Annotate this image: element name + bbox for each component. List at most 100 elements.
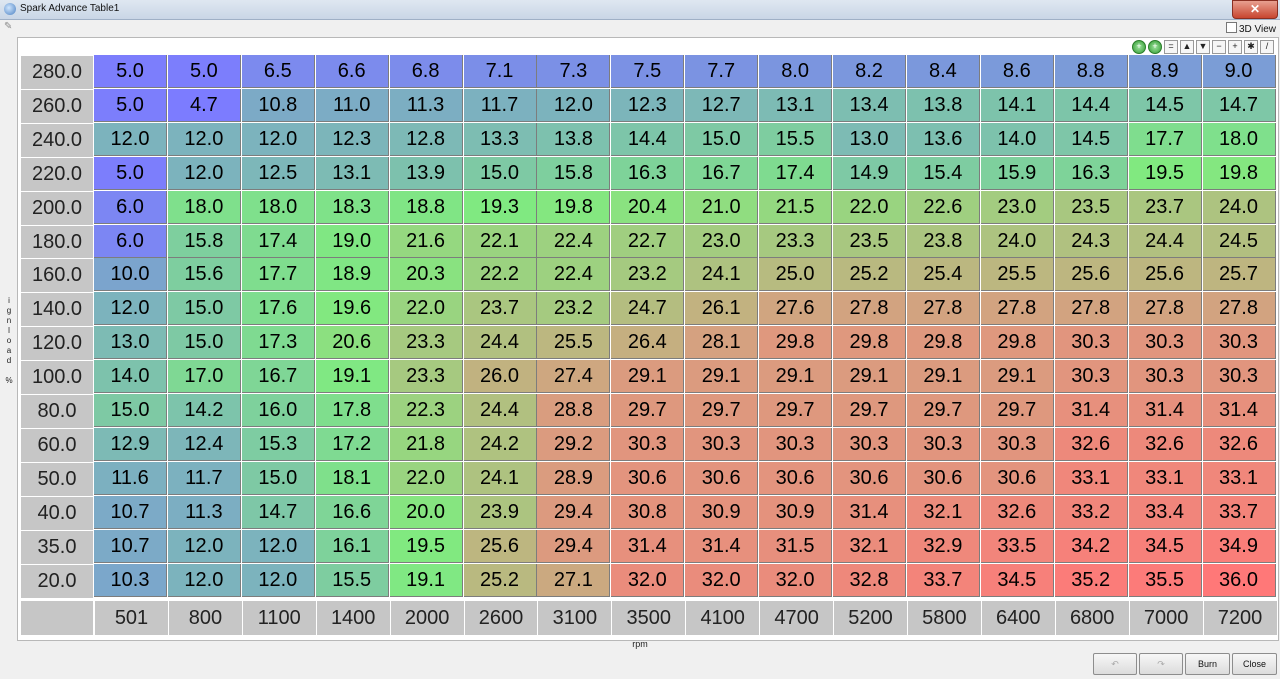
- table-cell[interactable]: 16.3: [611, 156, 685, 190]
- table-cell[interactable]: 29.1: [611, 360, 685, 394]
- table-cell[interactable]: 13.1: [759, 88, 833, 122]
- window-close-button[interactable]: ✕: [1232, 0, 1278, 19]
- table-cell[interactable]: 36.0: [1202, 563, 1276, 597]
- table-cell[interactable]: 34.5: [980, 563, 1054, 597]
- table-cell[interactable]: 15.0: [167, 326, 241, 360]
- table-cell[interactable]: 27.8: [1054, 292, 1128, 326]
- table-cell[interactable]: 29.4: [537, 495, 611, 529]
- table-cell[interactable]: 30.3: [611, 427, 685, 461]
- table-cell[interactable]: 23.0: [685, 224, 759, 258]
- table-cell[interactable]: 26.1: [685, 292, 759, 326]
- table-cell[interactable]: 15.8: [537, 156, 611, 190]
- table-cell[interactable]: 30.3: [1202, 326, 1276, 360]
- table-cell[interactable]: 18.0: [167, 190, 241, 224]
- table-cell[interactable]: 33.5: [980, 529, 1054, 563]
- table-cell[interactable]: 28.1: [685, 326, 759, 360]
- table-cell[interactable]: 16.6: [315, 495, 389, 529]
- table-cell[interactable]: 34.5: [1128, 529, 1202, 563]
- table-cell[interactable]: 30.9: [759, 495, 833, 529]
- table-cell[interactable]: 24.1: [685, 258, 759, 292]
- table-cell[interactable]: 18.8: [389, 190, 463, 224]
- table-cell[interactable]: 24.5: [1202, 224, 1276, 258]
- table-cell[interactable]: 23.3: [389, 360, 463, 394]
- table-cell[interactable]: 18.1: [315, 461, 389, 495]
- table-cell[interactable]: 30.3: [980, 427, 1054, 461]
- table-cell[interactable]: 14.5: [1054, 122, 1128, 156]
- table-cell[interactable]: 30.6: [833, 461, 906, 495]
- table-cell[interactable]: 25.2: [833, 258, 906, 292]
- table-cell[interactable]: 15.5: [759, 122, 833, 156]
- table-cell[interactable]: 23.2: [537, 292, 611, 326]
- table-cell[interactable]: 14.2: [167, 394, 241, 427]
- table-cell[interactable]: 22.4: [537, 258, 611, 292]
- redo-button[interactable]: ↷: [1139, 653, 1183, 675]
- table-cell[interactable]: 29.7: [906, 394, 980, 427]
- table-cell[interactable]: 30.3: [759, 427, 833, 461]
- table-cell[interactable]: 7.3: [537, 55, 611, 88]
- table-cell[interactable]: 31.5: [759, 529, 833, 563]
- table-cell[interactable]: 30.3: [833, 427, 906, 461]
- table-cell[interactable]: 29.7: [833, 394, 906, 427]
- table-cell[interactable]: 29.8: [833, 326, 906, 360]
- table-cell[interactable]: 16.1: [315, 529, 389, 563]
- table-cell[interactable]: 13.0: [94, 326, 167, 360]
- table-cell[interactable]: 30.3: [906, 427, 980, 461]
- table-cell[interactable]: 15.0: [241, 461, 315, 495]
- table-cell[interactable]: 8.8: [1054, 55, 1128, 88]
- table-cell[interactable]: 11.7: [167, 461, 241, 495]
- table-cell[interactable]: 33.2: [1054, 495, 1128, 529]
- toolbar-button-2[interactable]: =: [1164, 40, 1178, 54]
- close-button[interactable]: Close: [1232, 653, 1277, 675]
- table-cell[interactable]: 20.3: [389, 258, 463, 292]
- y-axis-tick[interactable]: 200.0: [20, 190, 94, 226]
- table-cell[interactable]: 25.6: [1054, 258, 1128, 292]
- table-cell[interactable]: 25.0: [759, 258, 833, 292]
- table-cell[interactable]: 13.0: [833, 122, 906, 156]
- table-cell[interactable]: 11.6: [94, 461, 167, 495]
- table-cell[interactable]: 12.0: [167, 122, 241, 156]
- table-cell[interactable]: 20.6: [315, 326, 389, 360]
- y-axis-tick[interactable]: 40.0: [20, 495, 94, 531]
- table-cell[interactable]: 32.0: [759, 563, 833, 597]
- table-cell[interactable]: 32.1: [906, 495, 980, 529]
- table-cell[interactable]: 19.6: [315, 292, 389, 326]
- table-cell[interactable]: 21.6: [389, 224, 463, 258]
- table-cell[interactable]: 12.3: [315, 122, 389, 156]
- toolbar-button-5[interactable]: −: [1212, 40, 1226, 54]
- table-cell[interactable]: 27.8: [980, 292, 1054, 326]
- table-cell[interactable]: 30.3: [1128, 326, 1202, 360]
- table-cell[interactable]: 12.9: [94, 427, 167, 461]
- table-cell[interactable]: 24.0: [1202, 190, 1276, 224]
- table-cell[interactable]: 12.7: [685, 88, 759, 122]
- table-cell[interactable]: 30.3: [685, 427, 759, 461]
- table-cell[interactable]: 31.4: [1054, 394, 1128, 427]
- table-cell[interactable]: 13.9: [389, 156, 463, 190]
- table-cell[interactable]: 22.7: [611, 224, 685, 258]
- table-cell[interactable]: 30.6: [980, 461, 1054, 495]
- table-cell[interactable]: 16.0: [241, 394, 315, 427]
- table-cell[interactable]: 32.6: [1128, 427, 1202, 461]
- table-cell[interactable]: 21.0: [685, 190, 759, 224]
- table-cell[interactable]: 25.6: [463, 529, 537, 563]
- table-cell[interactable]: 29.7: [685, 394, 759, 427]
- table-cell[interactable]: 24.2: [463, 427, 537, 461]
- table-cell[interactable]: 24.4: [463, 394, 537, 427]
- table-cell[interactable]: 27.1: [537, 563, 611, 597]
- table-cell[interactable]: 23.3: [389, 326, 463, 360]
- table-cell[interactable]: 19.1: [389, 563, 463, 597]
- table-cell[interactable]: 17.7: [241, 258, 315, 292]
- table-cell[interactable]: 8.4: [906, 55, 980, 88]
- table-cell[interactable]: 15.0: [167, 292, 241, 326]
- table-cell[interactable]: 12.0: [241, 529, 315, 563]
- table-cell[interactable]: 23.9: [463, 495, 537, 529]
- table-cell[interactable]: 30.6: [685, 461, 759, 495]
- table-cell[interactable]: 32.0: [611, 563, 685, 597]
- table-cell[interactable]: 33.7: [1202, 495, 1276, 529]
- table-cell[interactable]: 14.7: [241, 495, 315, 529]
- table-cell[interactable]: 32.6: [980, 495, 1054, 529]
- table-cell[interactable]: 17.0: [167, 360, 241, 394]
- table-cell[interactable]: 19.1: [315, 360, 389, 394]
- table-cell[interactable]: 23.8: [906, 224, 980, 258]
- table-cell[interactable]: 8.6: [980, 55, 1054, 88]
- table-cell[interactable]: 21.8: [389, 427, 463, 461]
